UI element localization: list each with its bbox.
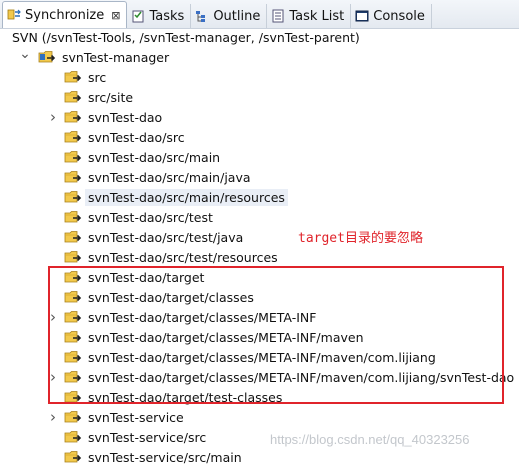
folder-outgoing-icon xyxy=(64,109,82,125)
tab-outline-label: Outline xyxy=(213,8,261,24)
annotation-note: target目录的要忽略 xyxy=(298,231,423,246)
tree-node-label: svnTest-dao xyxy=(88,109,163,125)
tree-node-label: svnTest-dao/src/test xyxy=(88,209,213,225)
tree-folder-node[interactable]: svnTest-dao/target/classes xyxy=(64,287,257,307)
tree-folder-node[interactable]: svnTest-dao/target/classes/META-INF/mave… xyxy=(64,327,367,347)
folder-outgoing-icon xyxy=(64,429,82,445)
tree-folder-node[interactable]: svnTest-dao/src/test xyxy=(64,207,216,227)
project-outgoing-icon xyxy=(38,49,56,65)
watermark: https://blog.csdn.net/qq_40323256 xyxy=(270,432,470,447)
tree-node-label: svnTest-dao/src/main/java xyxy=(88,169,251,185)
tree-node-label: svnTest-dao/src xyxy=(88,129,185,145)
tree-folder-node[interactable]: svnTest-dao/src/test/resources xyxy=(64,247,281,267)
tree-folder-node[interactable]: svnTest-dao/src/test/java xyxy=(64,227,246,247)
view-tab-bar: Synchronize ⊠ Tasks Outline Task List Co… xyxy=(0,0,519,29)
synchronize-icon xyxy=(7,8,21,22)
folder-outgoing-icon xyxy=(64,349,82,365)
tree-folder-node[interactable]: › svnTest-service xyxy=(50,407,187,427)
folder-outgoing-icon xyxy=(64,69,82,85)
tree-node-label: svnTest-dao/target xyxy=(88,269,205,285)
tree-node-label: svnTest-dao/target/test-classes xyxy=(88,389,283,405)
chevron-right-icon[interactable]: › xyxy=(48,307,58,327)
tree-node-label: src/site xyxy=(88,89,134,105)
folder-outgoing-icon xyxy=(64,229,82,245)
tree-node-label: svnTest-dao/target/classes/META-INF xyxy=(88,309,317,325)
tree-folder-node[interactable]: svnTest-service/src/main xyxy=(64,447,245,467)
chevron-right-icon[interactable]: › xyxy=(48,407,58,427)
tree-folder-node[interactable]: svnTest-service/src xyxy=(64,427,209,447)
folder-outgoing-icon xyxy=(64,249,82,265)
tree-node-label: svnTest-dao/src/main/resources xyxy=(85,188,288,206)
tree-node-label: src xyxy=(88,69,107,85)
tree-node-label: svnTest-dao/target/classes/META-INF/mave… xyxy=(88,329,364,345)
tree-node-label: svnTest-service/src/main xyxy=(88,449,242,465)
tab-synchronize[interactable]: Synchronize ⊠ xyxy=(2,1,128,28)
task-list-icon xyxy=(271,9,285,23)
tree-folder-node[interactable]: › svnTest-dao/target/classes/META-INF xyxy=(50,307,319,327)
tree-node-label: svnTest-service/src xyxy=(88,429,207,445)
tab-console[interactable]: Console xyxy=(351,4,432,28)
folder-outgoing-icon xyxy=(64,449,82,465)
tree-node-label: svnTest-dao/target/classes xyxy=(88,289,254,305)
folder-outgoing-icon xyxy=(64,289,82,305)
console-icon xyxy=(355,9,369,23)
tree-node-label: svnTest-service xyxy=(88,409,184,425)
folder-outgoing-icon xyxy=(64,169,82,185)
tab-outline[interactable]: Outline xyxy=(191,4,268,28)
tree-folder-node[interactable]: svnTest-dao/target/classes/META-INF/mave… xyxy=(64,347,439,367)
folder-outgoing-icon xyxy=(64,89,82,105)
tree-folder-node[interactable]: svnTest-dao/src/main xyxy=(64,147,223,167)
folder-outgoing-icon xyxy=(64,269,82,285)
folder-outgoing-icon xyxy=(64,329,82,345)
tree-project-node[interactable]: ⌄ svnTest-manager xyxy=(19,46,172,67)
folder-outgoing-icon xyxy=(64,149,82,165)
folder-outgoing-icon xyxy=(64,189,82,205)
tree-node-label: svnTest-dao/src/test/resources xyxy=(88,249,278,265)
tab-tasks[interactable]: Tasks xyxy=(127,4,192,28)
tab-task-list[interactable]: Task List xyxy=(267,4,352,28)
outline-icon xyxy=(195,9,209,23)
chevron-right-icon[interactable]: › xyxy=(48,367,58,387)
tree-folder-node[interactable]: › svnTest-dao xyxy=(50,107,165,127)
folder-outgoing-icon xyxy=(64,209,82,225)
tasks-icon xyxy=(131,9,145,23)
tab-task-list-label: Task List xyxy=(289,8,345,24)
tree-folder-node[interactable]: svnTest-dao/src/main/resources xyxy=(64,187,288,207)
tree-folder-node[interactable]: svnTest-dao/target/test-classes xyxy=(64,387,285,407)
tree-folder-node[interactable]: svnTest-dao/src/main/java xyxy=(64,167,254,187)
folder-outgoing-icon xyxy=(64,369,82,385)
tree-folder-node[interactable]: svnTest-dao/src xyxy=(64,127,188,147)
tab-synchronize-label: Synchronize xyxy=(25,7,105,23)
tree-folder-node[interactable]: › svnTest-dao/target/classes/META-INF/mav… xyxy=(50,367,517,387)
folder-outgoing-icon xyxy=(64,389,82,405)
folder-outgoing-icon xyxy=(64,309,82,325)
tree-node-label: svnTest-dao/src/test/java xyxy=(88,229,244,245)
chevron-down-icon[interactable]: ⌄ xyxy=(19,44,31,64)
folder-outgoing-icon xyxy=(64,129,82,145)
chevron-right-icon[interactable]: › xyxy=(48,107,58,127)
synchronize-view-header: SVN (/svnTest-Tools, /svnTest-manager, /… xyxy=(12,30,360,45)
tab-console-label: Console xyxy=(373,8,425,24)
tree-folder-node[interactable]: src/site xyxy=(64,87,136,107)
tree-folder-node[interactable]: src xyxy=(64,67,109,87)
tree-node-label: svnTest-dao/src/main xyxy=(88,149,221,165)
folder-outgoing-icon xyxy=(64,409,82,425)
close-icon[interactable]: ⊠ xyxy=(111,9,120,22)
tab-tasks-label: Tasks xyxy=(149,8,185,24)
tree-node-label: svnTest-dao/target/classes/META-INF/mave… xyxy=(88,349,436,365)
tree-node-label: svnTest-manager xyxy=(62,49,170,65)
tree-folder-node[interactable]: svnTest-dao/target xyxy=(64,267,207,287)
tree-node-label: svnTest-dao/target/classes/META-INF/mave… xyxy=(88,369,515,385)
